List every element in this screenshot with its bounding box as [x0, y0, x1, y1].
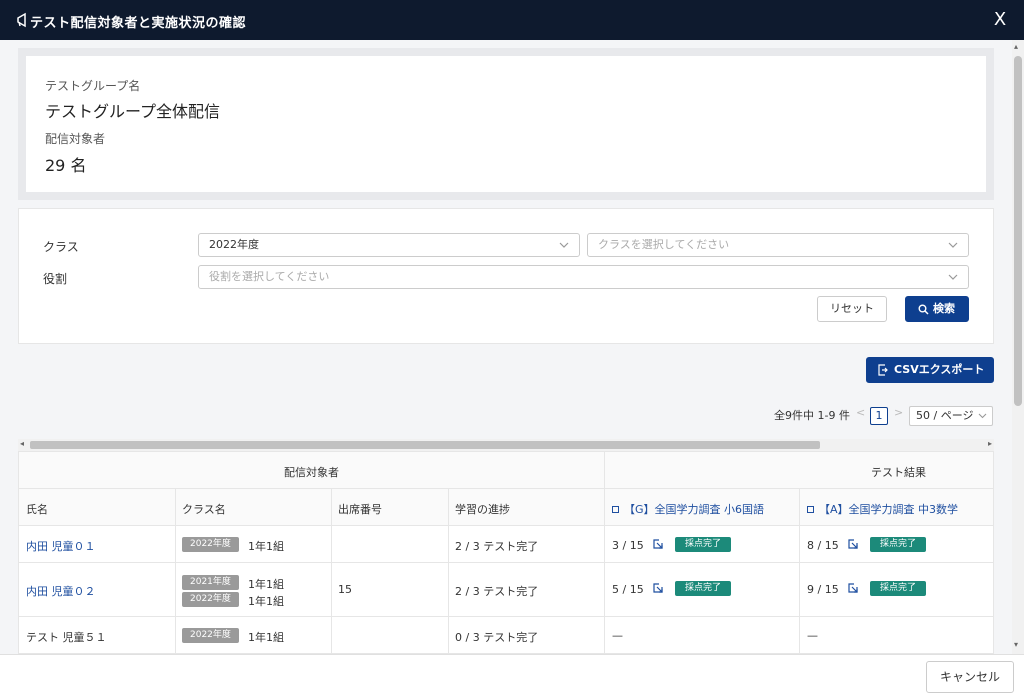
class-select-placeholder: クラスを選択してください: [598, 238, 730, 251]
window-title: テスト配信対象者と実施状況の確認: [30, 16, 247, 31]
export-icon: [878, 364, 888, 376]
table-horizontal-scrollbar[interactable]: ◂ ▸: [18, 439, 994, 451]
scroll-down-arrow[interactable]: ▾: [1014, 640, 1018, 649]
role-select[interactable]: 役割を選択してください: [198, 265, 969, 289]
external-link-icon[interactable]: [652, 538, 664, 550]
reset-button[interactable]: リセット: [817, 296, 887, 322]
progress-text: 2 / 3 テスト完了: [455, 540, 539, 553]
chevron-down-icon: [948, 237, 960, 253]
divider: [604, 452, 605, 653]
chevron-down-icon: [559, 237, 571, 253]
test-select-checkbox[interactable]: [807, 506, 814, 513]
group-name-label: テストグループ名: [45, 79, 141, 93]
class-select[interactable]: クラスを選択してください: [587, 233, 969, 257]
test-2-score: 8 / 15: [807, 539, 839, 552]
column-header-name[interactable]: 氏名: [26, 501, 48, 517]
search-button-label: 検索: [933, 302, 955, 315]
external-link-icon[interactable]: [847, 538, 859, 550]
attendance-number: 15: [338, 583, 352, 596]
scrollbar-thumb[interactable]: [30, 441, 820, 449]
class-year-badge: 2022年度: [182, 628, 239, 643]
test-2-score: 9 / 15: [807, 583, 839, 596]
group-header-targets-label: 配信対象者: [284, 466, 339, 479]
class-name: 1年1組: [248, 595, 284, 608]
pager-total: 全9件中 1-9 件: [774, 409, 850, 422]
divider: [175, 488, 176, 653]
class-year-badge: 2021年度: [182, 575, 239, 590]
csv-export-label: CSVエクスポート: [894, 363, 985, 376]
page-size-value: 50 / ページ: [916, 409, 974, 422]
class-year-badge: 2022年度: [182, 537, 239, 552]
group-header-results-label: テスト結果: [871, 466, 926, 479]
dialog-footer: [0, 654, 1024, 700]
megaphone-icon: [17, 12, 26, 28]
group-info-card: テストグループ名 テストグループ全体配信 配信対象者 29 名: [26, 56, 986, 192]
student-name: テスト 児童５１: [26, 631, 107, 644]
filter-panel: クラス 2022年度 クラスを選択してください 役割 役割を選択してください リ…: [18, 208, 994, 344]
test-1-score: 5 / 15: [612, 583, 644, 596]
test-2-score: —: [807, 629, 818, 642]
pager-prev-button[interactable]: <: [856, 406, 865, 419]
group-name-value: テストグループ全体配信: [45, 102, 221, 121]
cancel-button[interactable]: キャンセル: [926, 661, 1014, 693]
close-icon[interactable]: X: [990, 10, 1010, 30]
pager-next-button[interactable]: >: [894, 406, 903, 419]
divider: [331, 488, 332, 653]
column-header-test-2[interactable]: 【A】全国学力調査 中3数学: [819, 501, 958, 517]
vertical-scrollbar[interactable]: ▴ ▾: [1012, 40, 1024, 654]
role-select-placeholder: 役割を選択してください: [209, 270, 330, 283]
window-titlebar: テスト配信対象者と実施状況の確認 X: [0, 0, 1024, 40]
class-name: 1年1組: [248, 578, 284, 591]
divider: [19, 525, 993, 526]
test-1-score: —: [612, 629, 623, 642]
pager-page-1[interactable]: 1: [870, 407, 888, 425]
search-icon: [918, 304, 929, 315]
divider: [19, 616, 993, 617]
class-filter-label: クラス: [43, 240, 79, 254]
divider: [448, 488, 449, 653]
divider: [19, 562, 993, 563]
class-year-badge: 2022年度: [182, 592, 239, 607]
test-1-score: 3 / 15: [612, 539, 644, 552]
year-select-value: 2022年度: [209, 238, 259, 251]
test-select-checkbox[interactable]: [612, 506, 619, 513]
external-link-icon[interactable]: [847, 582, 859, 594]
status-badge: 採点完了: [870, 537, 927, 552]
status-badge: 採点完了: [675, 581, 732, 596]
target-count-value: 29 名: [45, 156, 87, 175]
group-info-panel: テストグループ名 テストグループ全体配信 配信対象者 29 名: [18, 48, 994, 200]
divider: [19, 488, 993, 489]
search-button[interactable]: 検索: [905, 296, 969, 322]
scrollbar-thumb[interactable]: [1014, 56, 1022, 406]
class-name: 1年1組: [248, 631, 284, 644]
column-header-test-1[interactable]: 【G】全国学力調査 小6国語: [624, 501, 764, 517]
scroll-right-arrow[interactable]: ▸: [988, 439, 992, 448]
group-header-results: [605, 452, 993, 488]
external-link-icon[interactable]: [652, 582, 664, 594]
target-count-label: 配信対象者: [45, 132, 106, 146]
column-header-number[interactable]: 出席番号: [338, 501, 382, 517]
status-badge: 採点完了: [870, 581, 927, 596]
divider: [799, 488, 800, 653]
column-header-progress[interactable]: 学習の進捗: [455, 501, 510, 517]
scroll-up-arrow[interactable]: ▴: [1014, 42, 1018, 51]
status-badge: 採点完了: [675, 537, 732, 552]
students-table: 配信対象者 テスト結果 氏名 クラス名 出席番号 学習の進捗 【G】全国学力調査…: [18, 451, 994, 654]
role-filter-label: 役割: [43, 272, 68, 286]
student-name-link[interactable]: 内田 児童０１: [26, 538, 96, 554]
student-name-link[interactable]: 内田 児童０２: [26, 583, 96, 599]
page-size-select[interactable]: 50 / ページ: [909, 406, 993, 426]
chevron-down-icon: [948, 269, 960, 285]
progress-text: 0 / 3 テスト完了: [455, 631, 539, 644]
chevron-down-icon: [978, 408, 987, 431]
csv-export-button[interactable]: CSVエクスポート: [866, 357, 994, 383]
scroll-left-arrow[interactable]: ◂: [20, 439, 24, 448]
year-select[interactable]: 2022年度: [198, 233, 580, 257]
progress-text: 2 / 3 テスト完了: [455, 585, 539, 598]
dialog-content[interactable]: テストグループ名 テストグループ全体配信 配信対象者 29 名 クラス 2022…: [0, 40, 1012, 654]
class-name: 1年1組: [248, 540, 284, 553]
column-header-class[interactable]: クラス名: [182, 501, 226, 517]
